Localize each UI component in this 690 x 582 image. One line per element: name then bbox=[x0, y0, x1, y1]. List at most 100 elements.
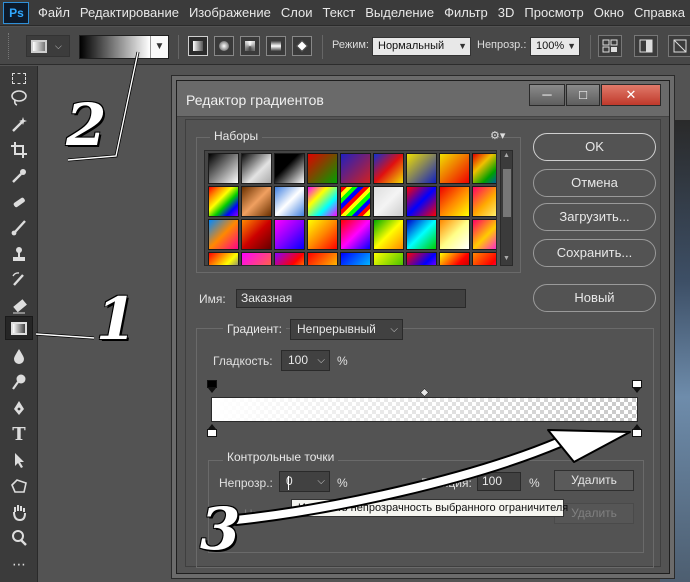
magic-wand-tool[interactable] bbox=[5, 112, 33, 136]
preset-swatch[interactable] bbox=[208, 252, 239, 265]
preset-swatch[interactable] bbox=[340, 153, 371, 184]
preset-swatch[interactable] bbox=[340, 219, 371, 250]
stamp-tool[interactable] bbox=[5, 242, 33, 266]
preset-swatch[interactable] bbox=[307, 153, 338, 184]
scroll-up-icon[interactable]: ▲ bbox=[503, 152, 510, 159]
preset-swatch[interactable] bbox=[340, 252, 371, 265]
preset-swatch[interactable] bbox=[406, 219, 437, 250]
preset-swatch[interactable] bbox=[274, 219, 305, 250]
opacity-select[interactable]: 100% ▼ bbox=[530, 37, 580, 56]
preset-swatch[interactable] bbox=[340, 186, 371, 217]
preset-swatch[interactable] bbox=[274, 153, 305, 184]
preset-swatch[interactable] bbox=[307, 252, 338, 265]
preset-swatch[interactable] bbox=[208, 186, 239, 217]
load-button[interactable]: Загрузить... bbox=[533, 203, 656, 231]
gradient-tool[interactable] bbox=[5, 316, 33, 340]
preset-swatch[interactable] bbox=[406, 186, 437, 217]
preset-swatch[interactable] bbox=[439, 252, 470, 265]
pen-tool[interactable] bbox=[5, 396, 33, 420]
preset-swatch[interactable] bbox=[241, 186, 272, 217]
menu-layer[interactable]: Слои bbox=[276, 0, 318, 26]
menu-edit[interactable]: Редактирование bbox=[75, 0, 184, 26]
chevron-down-icon[interactable]: ▼ bbox=[150, 36, 168, 58]
scrollbar-thumb[interactable] bbox=[503, 169, 511, 217]
preset-swatch[interactable] bbox=[373, 252, 404, 265]
type-tool[interactable]: T bbox=[5, 422, 33, 446]
transparency-toggle[interactable] bbox=[668, 35, 690, 57]
preset-swatch[interactable] bbox=[307, 186, 338, 217]
tool-preset-picker[interactable]: ⌵ bbox=[26, 35, 70, 57]
minimize-button[interactable]: ─ bbox=[529, 84, 565, 106]
preset-swatch[interactable] bbox=[472, 252, 496, 265]
opacity-stop-left[interactable] bbox=[207, 380, 217, 394]
shape-tool[interactable] bbox=[5, 474, 33, 498]
hand-tool[interactable] bbox=[5, 500, 33, 524]
dialog-titlebar[interactable]: Редактор градиентов ─ □ ✕ bbox=[177, 81, 669, 117]
blur-tool[interactable] bbox=[5, 344, 33, 368]
ok-button[interactable]: OK bbox=[533, 133, 656, 161]
smoothness-select[interactable]: 100 ⌵ bbox=[281, 350, 330, 371]
options-grip[interactable] bbox=[8, 33, 11, 59]
linear-gradient-button[interactable] bbox=[188, 36, 208, 56]
preset-swatch[interactable] bbox=[307, 219, 338, 250]
opacity-stop-right[interactable] bbox=[632, 380, 642, 394]
menu-file[interactable]: Файл bbox=[33, 0, 75, 26]
stop-location-field[interactable]: 100 bbox=[477, 472, 521, 491]
save-button[interactable]: Сохранить... bbox=[533, 239, 656, 267]
menu-view[interactable]: Просмотр bbox=[519, 0, 588, 26]
gradient-swatch[interactable]: ▼ bbox=[79, 35, 169, 59]
dither-toggle[interactable] bbox=[634, 35, 658, 57]
preset-swatch[interactable] bbox=[472, 153, 496, 184]
menu-3d[interactable]: 3D bbox=[493, 0, 520, 26]
preset-swatch[interactable] bbox=[208, 153, 239, 184]
dodge-tool[interactable] bbox=[5, 370, 33, 394]
menu-filter[interactable]: Фильтр bbox=[439, 0, 493, 26]
gear-icon[interactable]: ⚙▾ bbox=[490, 129, 505, 142]
crop-tool[interactable] bbox=[5, 138, 33, 162]
preset-swatch[interactable] bbox=[439, 219, 470, 250]
preset-swatch[interactable] bbox=[274, 252, 305, 265]
preset-swatch[interactable] bbox=[241, 252, 272, 265]
reverse-toggle[interactable] bbox=[598, 35, 622, 57]
angle-gradient-button[interactable] bbox=[240, 36, 260, 56]
preset-swatch[interactable] bbox=[472, 219, 496, 250]
name-field[interactable]: Заказная bbox=[236, 289, 466, 308]
preset-swatch[interactable] bbox=[472, 186, 496, 217]
color-stop-left[interactable] bbox=[207, 424, 217, 438]
menu-help[interactable]: Справка bbox=[629, 0, 690, 26]
scroll-down-icon[interactable]: ▼ bbox=[503, 255, 510, 262]
preset-swatch[interactable] bbox=[439, 186, 470, 217]
brush-tool[interactable] bbox=[5, 216, 33, 240]
lasso-tool[interactable] bbox=[5, 86, 33, 110]
eyedropper-tool[interactable] bbox=[5, 164, 33, 188]
preset-swatch[interactable] bbox=[406, 252, 437, 265]
reflected-gradient-button[interactable] bbox=[266, 36, 286, 56]
presets-scrollbar[interactable]: ▲ ▼ bbox=[500, 150, 513, 266]
preset-swatch[interactable] bbox=[373, 219, 404, 250]
menu-type[interactable]: Текст bbox=[317, 0, 360, 26]
healing-brush-tool[interactable] bbox=[5, 190, 33, 214]
preset-swatch[interactable] bbox=[406, 153, 437, 184]
more-tools[interactable]: ⋯ bbox=[5, 552, 33, 576]
preset-swatch[interactable] bbox=[208, 219, 239, 250]
color-stop-right[interactable] bbox=[632, 424, 642, 438]
maximize-button[interactable]: □ bbox=[566, 84, 600, 106]
path-selection-tool[interactable] bbox=[5, 448, 33, 472]
menu-image[interactable]: Изображение bbox=[184, 0, 276, 26]
close-button[interactable]: ✕ bbox=[601, 84, 661, 106]
mode-select[interactable]: Нормальный ▼ bbox=[372, 37, 471, 56]
new-button[interactable]: Новый bbox=[533, 284, 656, 312]
preset-swatch[interactable] bbox=[241, 219, 272, 250]
stop-opacity-select[interactable]: 0 ⌵ bbox=[279, 471, 330, 492]
history-brush-tool[interactable] bbox=[5, 268, 33, 292]
diamond-gradient-button[interactable] bbox=[292, 36, 312, 56]
menu-select[interactable]: Выделение bbox=[360, 0, 439, 26]
preset-swatch[interactable] bbox=[373, 186, 404, 217]
eraser-tool[interactable] bbox=[5, 294, 33, 318]
gradient-type-select[interactable]: Непрерывный ⌵ bbox=[290, 319, 403, 340]
gradient-preview[interactable] bbox=[80, 36, 150, 58]
preset-swatch[interactable] bbox=[274, 186, 305, 217]
delete-opacity-stop-button[interactable]: Удалить bbox=[554, 470, 634, 491]
preset-swatch[interactable] bbox=[373, 153, 404, 184]
preset-swatch[interactable] bbox=[439, 153, 470, 184]
